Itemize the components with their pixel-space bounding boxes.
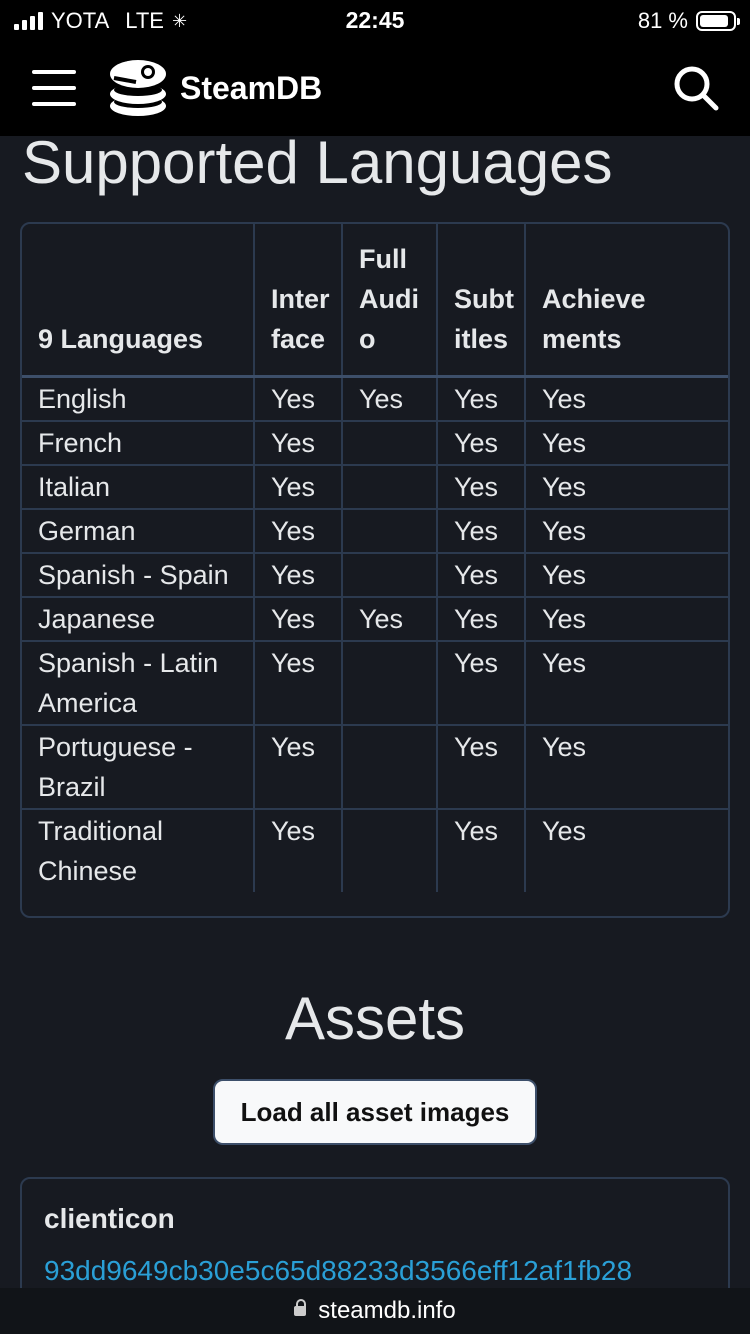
table-row: Traditional Chinese Yes Yes Yes xyxy=(22,808,728,892)
table-row: Spanish - Latin America Yes Yes Yes xyxy=(22,640,728,726)
subtitles-cell: Yes xyxy=(437,596,526,642)
subtitles-cell: Yes xyxy=(437,724,526,810)
audio-cell xyxy=(342,464,438,510)
interface-cell: Yes xyxy=(254,640,343,726)
interface-cell: Yes xyxy=(254,808,343,892)
subtitles-cell: Yes xyxy=(437,420,526,466)
header-languages: 9 Languages xyxy=(22,224,255,378)
language-name: French xyxy=(22,420,255,466)
audio-cell xyxy=(342,808,438,892)
table-row: Spanish - Spain Yes Yes Yes xyxy=(22,552,728,598)
interface-cell: Yes xyxy=(254,376,343,422)
subtitles-cell: Yes xyxy=(437,552,526,598)
interface-cell: Yes xyxy=(254,420,343,466)
achievements-cell: Yes xyxy=(525,596,728,642)
achievements-cell: Yes xyxy=(525,464,728,510)
language-name: Spanish - Latin America xyxy=(22,640,255,726)
load-asset-images-button[interactable]: Load all asset images xyxy=(213,1079,537,1145)
status-right: 81 % xyxy=(637,8,740,34)
language-name: German xyxy=(22,508,255,554)
achievements-cell: Yes xyxy=(542,815,587,846)
subtitles-cell: Yes xyxy=(437,808,526,892)
status-bar: YOTA LTE ✳ 22:45 81 % xyxy=(0,0,750,40)
table-row: English Yes Yes Yes Yes xyxy=(22,376,728,422)
achievements-cell: Yes xyxy=(525,640,728,726)
header-interface: Inter face xyxy=(254,224,343,378)
battery-icon xyxy=(696,11,740,31)
table-row: French Yes Yes Yes xyxy=(22,420,728,466)
asset-name: clienticon xyxy=(44,1203,175,1234)
languages-title: Supported Languages xyxy=(22,129,613,196)
language-name: Spanish - Spain xyxy=(22,552,255,598)
language-name: Italian xyxy=(22,464,255,510)
subtitles-cell: Yes xyxy=(437,376,526,422)
header-subtitles: Subt itles xyxy=(437,224,526,378)
interface-cell: Yes xyxy=(254,464,343,510)
achievements-cell: Yes xyxy=(525,552,728,598)
audio-cell xyxy=(342,724,438,810)
language-name: English xyxy=(22,376,255,422)
battery-percent: 81 % xyxy=(637,8,688,33)
header-achievements: Achieve ments xyxy=(525,224,728,378)
search-icon[interactable] xyxy=(672,64,720,112)
achievements-cell: Yes xyxy=(525,508,728,554)
audio-cell xyxy=(342,508,438,554)
achievements-cell: Yes xyxy=(525,376,728,422)
table-row: German Yes Yes Yes xyxy=(22,508,728,554)
subtitles-cell: Yes xyxy=(437,464,526,510)
subtitles-cell: Yes xyxy=(437,640,526,726)
audio-cell: Yes xyxy=(342,596,438,642)
interface-cell: Yes xyxy=(254,508,343,554)
audio-cell xyxy=(342,640,438,726)
brand-name[interactable]: SteamDB xyxy=(180,70,322,107)
interface-cell: Yes xyxy=(254,552,343,598)
asset-hash-link[interactable]: 93dd9649cb30e5c65d88233d3566eff12af1fb28 xyxy=(44,1255,632,1287)
achievements-cell: Yes xyxy=(525,724,728,810)
subtitles-cell: Yes xyxy=(437,508,526,554)
steamdb-logo-icon[interactable] xyxy=(106,56,170,120)
table-row: Portuguese - Brazil Yes Yes Yes xyxy=(22,724,728,810)
url-bar[interactable]: steamdb.info xyxy=(0,1288,750,1334)
header-full-audio: Full Audi o xyxy=(342,224,438,378)
table-row: Italian Yes Yes Yes xyxy=(22,464,728,510)
url-domain: steamdb.info xyxy=(318,1297,456,1324)
lock-icon xyxy=(294,1299,307,1316)
achievements-cell: Yes xyxy=(525,420,728,466)
table-header-row: 9 Languages Inter face Full Audi o Subt … xyxy=(22,224,728,378)
table-row: Japanese Yes Yes Yes Yes xyxy=(22,596,728,642)
menu-icon[interactable] xyxy=(32,70,76,106)
languages-table: 9 Languages Inter face Full Audi o Subt … xyxy=(20,222,730,918)
navbar: SteamDB xyxy=(0,40,750,136)
language-name: Portuguese - Brazil xyxy=(22,724,255,810)
audio-cell xyxy=(342,552,438,598)
language-name: Japanese xyxy=(22,596,255,642)
audio-cell: Yes xyxy=(342,376,438,422)
interface-cell: Yes xyxy=(254,724,343,810)
assets-title: Assets xyxy=(284,985,466,1052)
interface-cell: Yes xyxy=(254,596,343,642)
language-name: Traditional Chinese xyxy=(22,808,255,892)
audio-cell xyxy=(342,420,438,466)
